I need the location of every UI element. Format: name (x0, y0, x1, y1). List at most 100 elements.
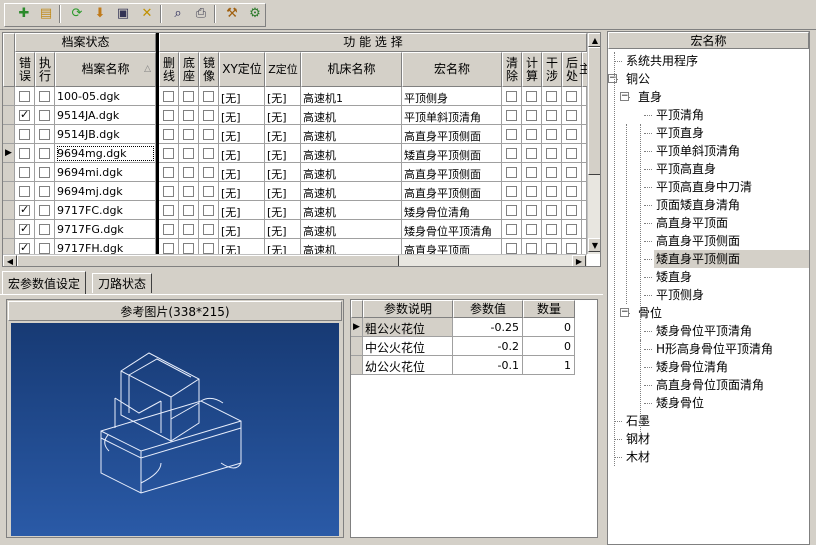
search-icon[interactable]: ⌕ (169, 4, 187, 22)
col-header-z[interactable]: Z定位 (265, 52, 301, 87)
delete-line-checkbox[interactable] (163, 223, 174, 235)
cell-macro[interactable]: 高直身平顶侧面 (402, 125, 502, 144)
error-checkbox[interactable] (19, 222, 30, 235)
cell-machine[interactable]: 高速机1 (301, 87, 402, 106)
param-value[interactable]: -0.2 (453, 337, 523, 356)
tree-node[interactable]: 顶面矮直身清角 (654, 196, 742, 214)
tree-node[interactable]: 矮身骨位 (654, 394, 706, 412)
col-header-error[interactable]: 错误 (15, 52, 35, 87)
interfere-checkbox[interactable] (546, 90, 557, 102)
mirror-checkbox[interactable] (203, 166, 214, 178)
col-header-macro[interactable]: 宏名称 (402, 52, 502, 87)
base-checkbox[interactable] (183, 223, 194, 235)
interfere-checkbox[interactable] (546, 223, 557, 235)
interfere-checkbox[interactable] (546, 185, 557, 197)
clear-checkbox[interactable] (506, 109, 517, 121)
post-checkbox[interactable] (566, 242, 577, 254)
param-row[interactable]: 幼公火花位 -0.1 1 (351, 356, 575, 375)
clear-checkbox[interactable] (506, 147, 517, 159)
error-checkbox[interactable] (19, 128, 30, 140)
interfere-checkbox[interactable] (546, 109, 557, 121)
exec-checkbox[interactable] (39, 166, 50, 178)
col-header-interfere[interactable]: 干涉 (542, 52, 562, 87)
cell-z[interactable]: [无] (265, 163, 301, 182)
exec-checkbox[interactable] (39, 242, 50, 254)
tab-macro-params[interactable]: 宏参数值设定 (2, 271, 87, 294)
settings-icon[interactable]: ⚙ (246, 4, 264, 22)
table-row[interactable]: 9514JB.dgk [无] [无] 高速机 高直身平顶侧面 (3, 125, 587, 144)
save-icon[interactable]: ▣ (114, 4, 132, 22)
tree-node[interactable]: 高直身骨位顶面清角 (654, 376, 766, 394)
tree-node[interactable]: 平顶高直身 (654, 160, 718, 178)
base-checkbox[interactable] (183, 242, 194, 254)
base-checkbox[interactable] (183, 109, 194, 121)
cell-xy[interactable]: [无] (219, 220, 265, 239)
col-header-clear[interactable]: 清除 (502, 52, 522, 87)
cell-macro[interactable]: 平顶侧身 (402, 87, 502, 106)
cell-xy[interactable]: [无] (219, 106, 265, 125)
post-checkbox[interactable] (566, 109, 577, 121)
col-header-xy[interactable]: XY定位 (219, 52, 265, 87)
interfere-checkbox[interactable] (546, 147, 557, 159)
calc-checkbox[interactable] (526, 204, 537, 216)
mirror-checkbox[interactable] (203, 204, 214, 216)
interfere-checkbox[interactable] (546, 166, 557, 178)
mirror-checkbox[interactable] (203, 185, 214, 197)
clear-checkbox[interactable] (506, 223, 517, 235)
error-checkbox[interactable] (19, 203, 30, 216)
col-header-machine[interactable]: 机床名称 (301, 52, 402, 87)
base-checkbox[interactable] (183, 147, 194, 159)
mirror-checkbox[interactable] (203, 147, 214, 159)
cell-macro[interactable]: 高直身平顶侧面 (402, 163, 502, 182)
delete-line-checkbox[interactable] (163, 242, 174, 254)
clear-checkbox[interactable] (506, 204, 517, 216)
cell-macro[interactable]: 矮身骨位平顶清角 (402, 220, 502, 239)
download-icon[interactable]: ⬇ (91, 4, 109, 22)
cell-machine[interactable]: 高速机 (301, 125, 402, 144)
add-icon[interactable]: ✚ (15, 4, 33, 22)
cell-macro[interactable]: 高直身平顶侧面 (402, 182, 502, 201)
cell-machine[interactable]: 高速机 (301, 182, 402, 201)
param-count[interactable]: 0 (523, 318, 575, 337)
table-row[interactable]: 9694mi.dgk [无] [无] 高速机 高直身平顶侧面 (3, 163, 587, 182)
collapse-icon[interactable]: − (620, 92, 629, 101)
table-row[interactable]: 100-05.dgk [无] [无] 高速机1 平顶侧身 (3, 87, 587, 106)
tree-node[interactable]: 铜公 (624, 70, 652, 88)
base-checkbox[interactable] (183, 166, 194, 178)
tree-node[interactable]: 矮身骨位平顶清角 (654, 322, 754, 340)
exec-checkbox[interactable] (39, 128, 50, 140)
delete-line-checkbox[interactable] (163, 90, 174, 102)
tree-node[interactable]: 矮身骨位清角 (654, 358, 730, 376)
cell-xy[interactable]: [无] (219, 125, 265, 144)
table-row[interactable]: ▶ 9694mg.dgk [无] [无] 高速机 矮直身平顶侧面 (3, 144, 587, 163)
tree-node[interactable]: H形高身骨位平顶清角 (654, 340, 775, 358)
tree-node[interactable]: 高直身平顶侧面 (654, 232, 742, 250)
tree-node[interactable]: 平顶清角 (654, 106, 706, 124)
error-checkbox[interactable] (19, 147, 30, 159)
exec-checkbox[interactable] (39, 147, 50, 159)
cell-xy[interactable]: [无] (219, 201, 265, 220)
cell-macro[interactable]: 平顶单斜顶清角 (402, 106, 502, 125)
cell-macro[interactable]: 矮直身平顶侧面 (402, 144, 502, 163)
error-checkbox[interactable] (19, 241, 30, 254)
interfere-checkbox[interactable] (546, 204, 557, 216)
delete-line-checkbox[interactable] (163, 147, 174, 159)
calc-checkbox[interactable] (526, 90, 537, 102)
delete-line-checkbox[interactable] (163, 128, 174, 140)
param-value[interactable]: -0.1 (453, 356, 523, 375)
interfere-checkbox[interactable] (546, 242, 557, 254)
cell-z[interactable]: [无] (265, 182, 301, 201)
clear-checkbox[interactable] (506, 185, 517, 197)
cell-macro[interactable]: 矮身骨位清角 (402, 201, 502, 220)
scroll-down-icon[interactable]: ▼ (588, 238, 600, 252)
delete-line-checkbox[interactable] (163, 109, 174, 121)
param-header-value[interactable]: 参数值 (453, 300, 523, 318)
tools-icon[interactable]: ⚒ (223, 4, 241, 22)
tree-node[interactable]: 木材 (624, 448, 652, 466)
calc-checkbox[interactable] (526, 223, 537, 235)
table-row[interactable]: 9514JA.dgk[无][无]高速机平顶单斜顶清角 (3, 106, 587, 125)
cell-z[interactable]: [无] (265, 125, 301, 144)
param-count[interactable]: 0 (523, 337, 575, 356)
post-checkbox[interactable] (566, 204, 577, 216)
calc-checkbox[interactable] (526, 128, 537, 140)
